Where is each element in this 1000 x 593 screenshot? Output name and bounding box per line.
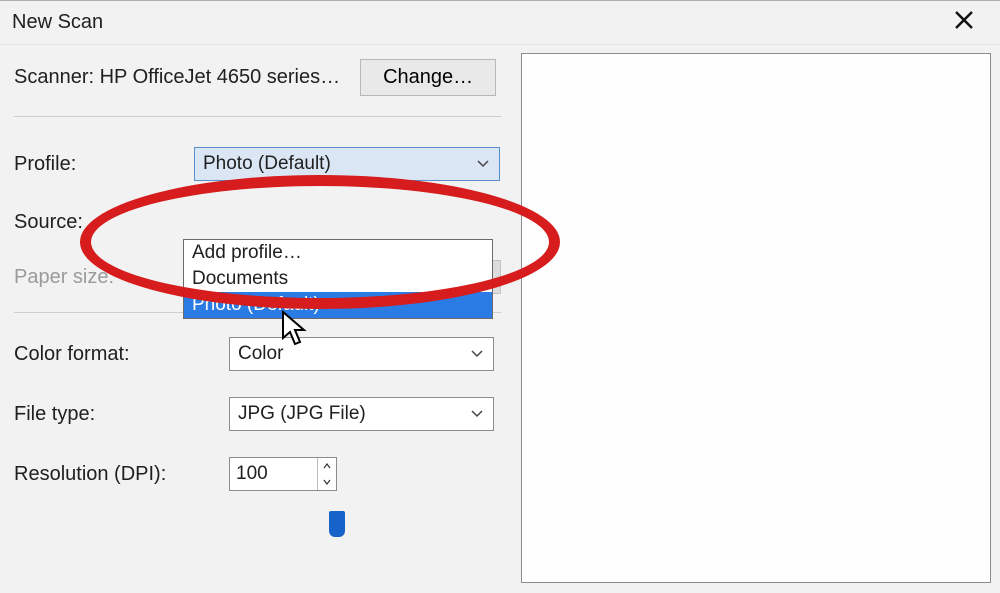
profile-option-photo-default[interactable]: Photo (Default) (184, 292, 492, 318)
change-scanner-button[interactable]: Change… (360, 59, 496, 96)
resolution-value[interactable]: 100 (230, 458, 318, 490)
file-type-value: JPG (JPG File) (238, 403, 366, 425)
resolution-row: Resolution (DPI): 100 (14, 457, 501, 491)
profile-dropdown-value: Photo (Default) (203, 153, 331, 175)
chevron-down-icon (471, 350, 483, 358)
color-format-dropdown[interactable]: Color (229, 337, 494, 371)
preview-pane (515, 45, 1000, 593)
file-type-row: File type: JPG (JPG File) (14, 397, 501, 431)
profile-option-documents[interactable]: Documents (184, 266, 492, 292)
brightness-slider-row (14, 519, 501, 537)
resolution-label: Resolution (DPI): (14, 463, 229, 486)
color-format-value: Color (238, 343, 283, 365)
chevron-down-icon (471, 410, 483, 418)
close-icon (954, 9, 974, 37)
file-type-label: File type: (14, 403, 229, 426)
paper-size-label: Paper size: (14, 266, 182, 289)
scan-preview[interactable] (521, 53, 991, 583)
profile-row: Profile: Photo (Default) (14, 147, 501, 181)
dialog-title: New Scan (12, 11, 940, 34)
scanner-label: Scanner: HP OfficeJet 4650 series… (14, 66, 340, 89)
spinner-down-button[interactable] (318, 474, 336, 490)
spinner-up-button[interactable] (318, 458, 336, 474)
dialog-body: Scanner: HP OfficeJet 4650 series… Chang… (0, 45, 1000, 593)
new-scan-dialog: New Scan Scanner: HP OfficeJet 4650 seri… (0, 0, 1000, 593)
chevron-down-icon (477, 160, 489, 168)
chevron-down-icon (323, 479, 331, 485)
brightness-slider[interactable] (244, 519, 444, 537)
profile-option-add[interactable]: Add profile… (184, 240, 492, 266)
resolution-spinner[interactable]: 100 (229, 457, 337, 491)
color-format-label: Color format: (14, 343, 229, 366)
source-row: Source: (14, 211, 501, 234)
profile-dropdown[interactable]: Photo (Default) (194, 147, 500, 181)
chevron-up-icon (323, 463, 331, 469)
separator (14, 116, 501, 117)
scanner-row: Scanner: HP OfficeJet 4650 series… Chang… (14, 59, 501, 96)
title-bar: New Scan (0, 1, 1000, 45)
color-format-row: Color format: Color (14, 337, 501, 371)
source-label: Source: (14, 211, 194, 234)
settings-pane: Scanner: HP OfficeJet 4650 series… Chang… (0, 45, 515, 593)
slider-thumb[interactable] (329, 511, 345, 537)
profile-label: Profile: (14, 153, 194, 176)
spinner-buttons (318, 458, 336, 490)
close-button[interactable] (940, 1, 988, 45)
profile-dropdown-list[interactable]: Add profile… Documents Photo (Default) (183, 239, 493, 319)
file-type-dropdown[interactable]: JPG (JPG File) (229, 397, 494, 431)
